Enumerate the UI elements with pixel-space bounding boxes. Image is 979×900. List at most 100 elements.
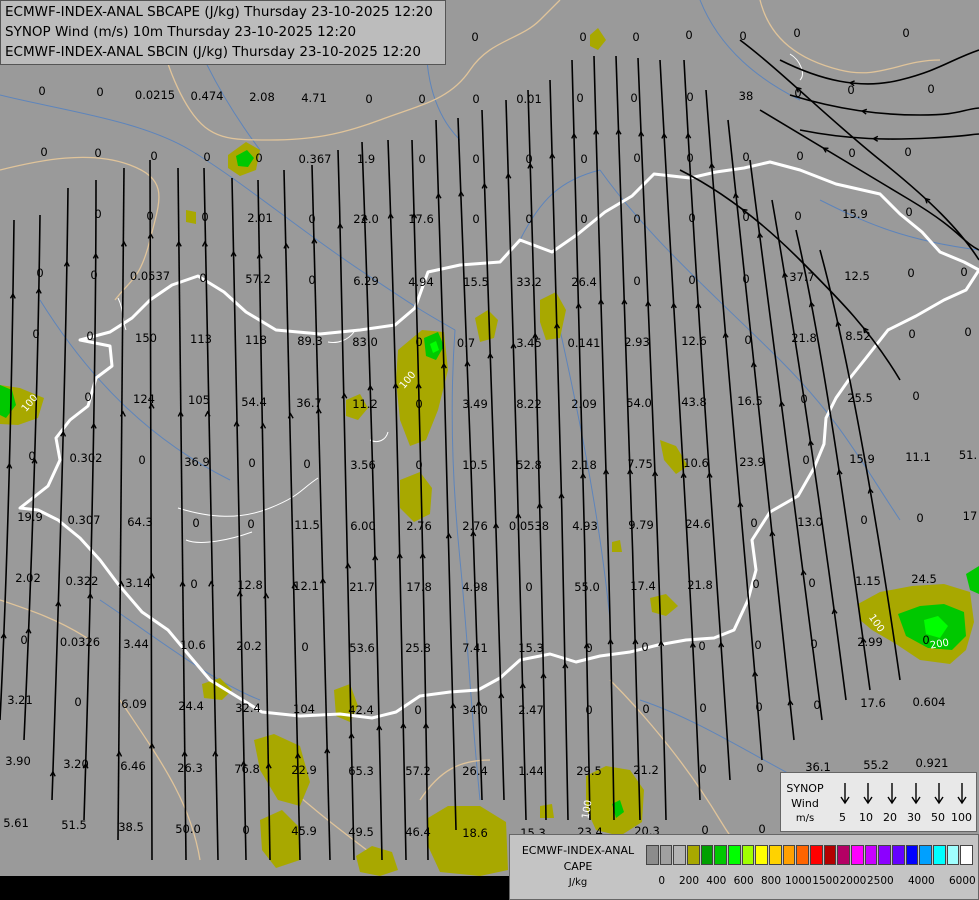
cape-value-label: 19.9 xyxy=(17,510,43,524)
cape-value-label: 0.367 xyxy=(299,152,332,166)
cape-value-label: 23.9 xyxy=(739,455,765,469)
cape-value-label: 0 xyxy=(964,325,971,339)
cape-value-label: 0 xyxy=(472,212,479,226)
cape-value-label: 0 xyxy=(576,91,583,105)
cape-value-label: 0 xyxy=(633,212,640,226)
cape-value-label: 12.1 xyxy=(293,579,319,593)
cape-value-label: 43.8 xyxy=(681,395,707,409)
cape-color-swatch xyxy=(646,845,659,865)
wind-arrow-30-icon xyxy=(911,783,921,805)
cape-value-label: 24.5 xyxy=(911,572,937,586)
cape-value-label: 0.302 xyxy=(70,451,103,465)
cape-value-label: 76.8 xyxy=(234,762,260,776)
cape-value-label: 150 xyxy=(135,331,157,345)
cape-value-label: 0 xyxy=(755,700,762,714)
cape-color-scale xyxy=(646,845,974,865)
cape-value-label: 0 xyxy=(203,150,210,164)
cape-value-label: 12.8 xyxy=(237,578,263,592)
cape-tick-label: 1000 xyxy=(784,875,812,887)
cape-value-label: 0 xyxy=(525,152,532,166)
cape-value-label: 3.90 xyxy=(5,754,31,768)
cape-value-label: 0 xyxy=(20,633,27,647)
cape-value-label: 0 xyxy=(796,149,803,163)
cape-value-label: 53.6 xyxy=(349,641,375,655)
cape-value-label: 0 xyxy=(630,91,637,105)
cape-value-label: 0 xyxy=(800,392,807,406)
wind-speed-label: 5 xyxy=(839,811,846,824)
cape-value-label: 0.921 xyxy=(916,756,949,770)
cape-value-label: 38.5 xyxy=(118,820,144,834)
wind-legend-arrows xyxy=(840,783,967,805)
cape-value-label: 0 xyxy=(813,698,820,712)
cape-color-swatch xyxy=(810,845,823,865)
cape-value-label: 124 xyxy=(133,392,155,406)
cape-tick-label: 4000 xyxy=(907,875,935,887)
cape-value-label: 0 xyxy=(94,207,101,221)
cape-value-label: 0 xyxy=(418,92,425,106)
cape-value-label: 0 xyxy=(472,152,479,166)
cape-value-label: 0 xyxy=(686,151,693,165)
cape-value-label: 0 xyxy=(744,333,751,347)
cape-value-label: 0.7 xyxy=(457,336,475,350)
cape-value-label: 22.0 xyxy=(353,212,379,226)
cape-value-label: 0 xyxy=(248,456,255,470)
cape-color-swatch xyxy=(728,845,741,865)
cape-color-swatch xyxy=(851,845,864,865)
cape-color-swatch xyxy=(892,845,905,865)
cape-value-label: 0.0538 xyxy=(509,519,549,533)
cape-value-label: 0.01 xyxy=(516,92,542,106)
cape-value-label: 113 xyxy=(190,332,212,346)
cape-value-label: 0 xyxy=(308,273,315,287)
wind-legend-title: SYNOP Wind m/s xyxy=(785,781,825,826)
cape-value-label: 0 xyxy=(752,577,759,591)
title-box: ECMWF-INDEX-ANAL SBCAPE (J/kg) Thursday … xyxy=(0,0,446,65)
cape-value-label: 2.02 xyxy=(15,571,41,585)
cape-value-label: 2.93 xyxy=(624,335,650,349)
cape-value-label: 2.08 xyxy=(249,90,275,104)
cape-value-label: 0 xyxy=(94,146,101,160)
cape-value-label: 0 xyxy=(201,210,208,224)
cape-legend-title-2: CAPE xyxy=(563,860,593,873)
cape-value-label: 0 xyxy=(90,268,97,282)
cape-value-label: 29.5 xyxy=(576,764,602,778)
cape-value-label: 0 xyxy=(908,327,915,341)
cape-value-label: 17.6 xyxy=(860,696,886,710)
cape-value-label: 0 xyxy=(84,390,91,404)
cape-value-label: 11.5 xyxy=(294,518,320,532)
cape-value-label: 0.474 xyxy=(191,89,224,103)
cape-value-label: 0 xyxy=(632,30,639,44)
cape-value-label: 0 xyxy=(38,84,45,98)
cape-tick-label: 200 xyxy=(678,875,700,887)
cape-tick-label: 2500 xyxy=(866,875,894,887)
cape-value-label: 57.2 xyxy=(405,764,431,778)
cape-value-label: 0 xyxy=(905,205,912,219)
cape-value-label: 36.9 xyxy=(184,455,210,469)
cape-value-label: 0 xyxy=(190,577,197,591)
title-line-wind: SYNOP Wind (m/s) 10m Thursday 23-10-2025… xyxy=(5,24,357,40)
cape-value-label: 11.1 xyxy=(905,450,931,464)
cape-value-label: 0 xyxy=(902,26,909,40)
cape-value-label: 0.307 xyxy=(68,513,101,527)
wind-legend: SYNOP Wind m/s 5 10 20 30 50 100 xyxy=(780,772,977,832)
cape-value-label: 0 xyxy=(739,29,746,43)
cape-color-swatch xyxy=(823,845,837,865)
cape-value-label: 9.79 xyxy=(628,518,654,532)
cape-value-label: 0 xyxy=(32,327,39,341)
cape-value-label: 0 xyxy=(793,26,800,40)
cape-value-label: 0.322 xyxy=(66,574,99,588)
wind-arrow-20-icon xyxy=(887,783,897,805)
cape-value-label: 0 xyxy=(525,212,532,226)
cape-value-label: 25.8 xyxy=(405,641,431,655)
cape-value-label: 1.15 xyxy=(855,574,881,588)
wind-speed-label: 50 xyxy=(931,811,945,824)
cape-value-label: 54.0 xyxy=(626,396,652,410)
cape-value-label: 21.8 xyxy=(687,578,713,592)
cape-color-swatch xyxy=(714,845,727,865)
wind-arrow-10-icon xyxy=(863,783,873,805)
cape-value-label: 0 xyxy=(802,453,809,467)
cape-value-label: 8.22 xyxy=(516,397,542,411)
cape-value-label: 0 xyxy=(860,513,867,527)
cape-color-swatch xyxy=(905,845,919,865)
cape-value-label: 3.49 xyxy=(462,397,488,411)
cape-color-swatch xyxy=(946,845,960,865)
